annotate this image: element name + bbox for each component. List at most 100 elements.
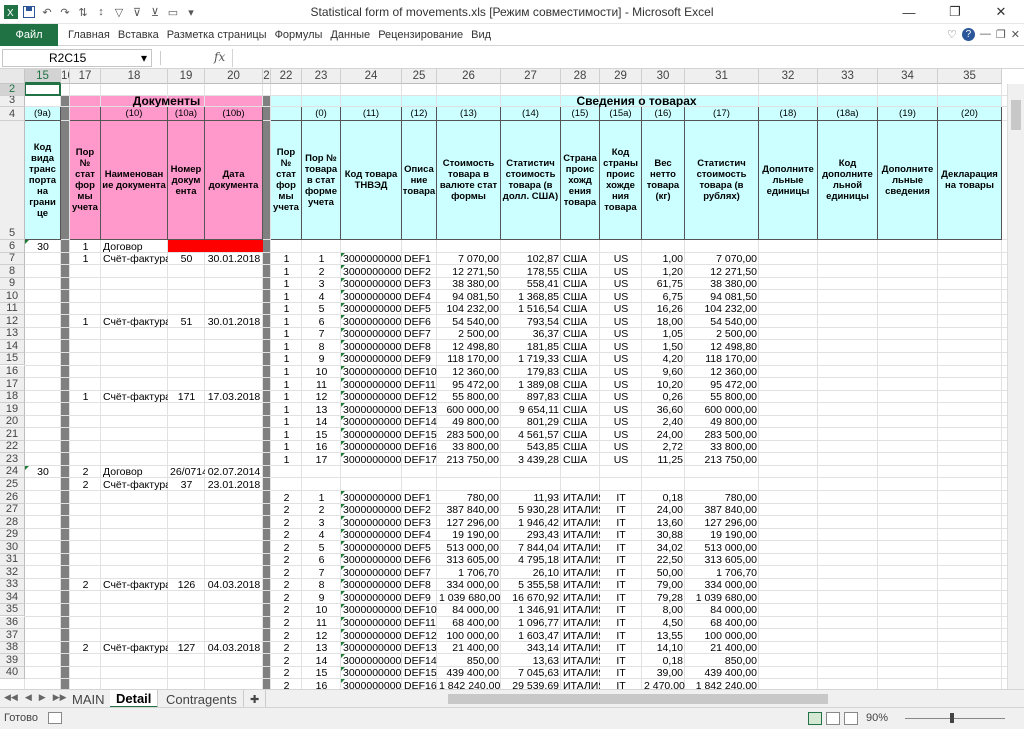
tnved-code-cell[interactable]: 3000000000: [341, 353, 402, 365]
tnved-code-cell[interactable]: 3000000000: [341, 429, 402, 441]
column-header[interactable]: 28: [561, 69, 600, 84]
goods-form-number-cell[interactable]: 2: [271, 655, 302, 667]
value-currency-cell[interactable]: 387 840,00: [437, 504, 501, 516]
origin-country-code-cell[interactable]: IT: [600, 579, 642, 591]
value-rub-cell[interactable]: 19 190,00: [685, 529, 759, 541]
value-currency-cell[interactable]: 313 605,00: [437, 554, 501, 566]
doc-number-cell[interactable]: 26/0714: [168, 466, 205, 478]
origin-country-cell[interactable]: США: [561, 429, 600, 441]
goods-form-number-cell[interactable]: 2: [271, 542, 302, 554]
origin-country-code-cell[interactable]: IT: [600, 667, 642, 679]
net-weight-cell[interactable]: 24,00: [642, 504, 685, 516]
goods-description-cell[interactable]: DEF15: [402, 667, 437, 679]
goods-position-cell[interactable]: 10: [302, 366, 341, 378]
origin-country-cell[interactable]: США: [561, 454, 600, 466]
tnved-code-cell[interactable]: 3000000000: [341, 554, 402, 566]
column-header[interactable]: 31: [685, 69, 759, 84]
value-usd-cell[interactable]: 558,41: [501, 278, 561, 290]
origin-country-cell[interactable]: США: [561, 253, 600, 265]
origin-country-code-cell[interactable]: IT: [600, 542, 642, 554]
goods-position-cell[interactable]: 16: [302, 680, 341, 689]
row-header[interactable]: 25: [0, 478, 25, 491]
doc-number-cell[interactable]: 50: [168, 253, 205, 265]
tnved-code-cell[interactable]: 3000000000: [341, 667, 402, 679]
tnved-code-cell[interactable]: 3000000000: [341, 366, 402, 378]
goods-description-cell[interactable]: DEF14: [402, 655, 437, 667]
value-usd-cell[interactable]: 343,14: [501, 642, 561, 654]
net-weight-cell[interactable]: 13,60: [642, 517, 685, 529]
value-usd-cell[interactable]: 801,29: [501, 416, 561, 428]
origin-country-code-cell[interactable]: US: [600, 316, 642, 328]
goods-description-cell[interactable]: DEF3: [402, 517, 437, 529]
value-rub-cell[interactable]: 1 039 680,00: [685, 592, 759, 604]
value-currency-cell[interactable]: 49 800,00: [437, 416, 501, 428]
tab-page-layout[interactable]: Разметка страницы: [163, 24, 271, 46]
help-icon[interactable]: ?: [961, 28, 975, 41]
doc-date-cell[interactable]: 02.07.2014: [205, 466, 263, 478]
row-header[interactable]: 31: [0, 553, 25, 567]
goods-description-cell[interactable]: DEF13: [402, 642, 437, 654]
goods-form-number-cell[interactable]: 1: [271, 379, 302, 391]
net-weight-cell[interactable]: 24,00: [642, 429, 685, 441]
row-header[interactable]: 34: [0, 591, 25, 604]
tnved-code-cell[interactable]: 3000000000: [341, 391, 402, 403]
goods-position-cell[interactable]: 7: [302, 328, 341, 340]
value-usd-cell[interactable]: 1 389,08: [501, 379, 561, 391]
first-sheet-icon[interactable]: ◀◀: [4, 692, 18, 703]
net-weight-cell[interactable]: 0,18: [642, 655, 685, 667]
value-usd-cell[interactable]: 16 670,92: [501, 592, 561, 604]
value-usd-cell[interactable]: 102,87: [501, 253, 561, 265]
value-rub-cell[interactable]: 38 380,00: [685, 278, 759, 290]
value-usd-cell[interactable]: 179,83: [501, 366, 561, 378]
tnved-code-cell[interactable]: 3000000000: [341, 492, 402, 504]
net-weight-cell[interactable]: 2,72: [642, 441, 685, 453]
value-usd-cell[interactable]: 7 045,63: [501, 667, 561, 679]
goods-position-cell[interactable]: 10: [302, 604, 341, 616]
goods-form-number-cell[interactable]: 2: [271, 567, 302, 579]
row-header[interactable]: 21: [0, 428, 25, 441]
value-currency-cell[interactable]: 54 540,00: [437, 316, 501, 328]
net-weight-cell[interactable]: 14,10: [642, 642, 685, 654]
net-weight-cell[interactable]: 13,55: [642, 630, 685, 642]
value-currency-cell[interactable]: 118 170,00: [437, 353, 501, 365]
horizontal-scroll-thumb[interactable]: [448, 694, 828, 704]
row-header[interactable]: 19: [0, 403, 25, 416]
origin-country-cell[interactable]: США: [561, 404, 600, 416]
origin-country-cell[interactable]: ИТАЛИЯ: [561, 542, 600, 554]
tnved-code-cell[interactable]: 3000000000: [341, 604, 402, 616]
value-rub-cell[interactable]: 334 000,00: [685, 579, 759, 591]
value-usd-cell[interactable]: 181,85: [501, 341, 561, 353]
origin-country-cell[interactable]: ИТАЛИЯ: [561, 579, 600, 591]
name-box[interactable]: R2C15 ▾: [2, 49, 152, 67]
goods-position-cell[interactable]: 6: [302, 554, 341, 566]
origin-country-cell[interactable]: ИТАЛИЯ: [561, 504, 600, 516]
net-weight-cell[interactable]: 9,60: [642, 366, 685, 378]
sort-desc-icon[interactable]: ↕: [94, 5, 108, 19]
row-header[interactable]: 16: [0, 365, 25, 379]
value-rub-cell[interactable]: 104 232,00: [685, 303, 759, 315]
value-currency-cell[interactable]: 334 000,00: [437, 579, 501, 591]
column-header[interactable]: 23: [302, 69, 341, 84]
column-header[interactable]: 15: [25, 69, 61, 84]
doc-date-cell[interactable]: 30.01.2018: [205, 253, 263, 265]
origin-country-code-cell[interactable]: IT: [600, 604, 642, 616]
origin-country-code-cell[interactable]: IT: [600, 529, 642, 541]
value-rub-cell[interactable]: 55 800,00: [685, 391, 759, 403]
value-currency-cell[interactable]: 213 750,00: [437, 454, 501, 466]
goods-form-number-cell[interactable]: 2: [271, 517, 302, 529]
column-header[interactable]: 26: [437, 69, 501, 84]
value-usd-cell[interactable]: 11,93: [501, 492, 561, 504]
origin-country-cell[interactable]: ИТАЛИЯ: [561, 680, 600, 689]
origin-country-code-cell[interactable]: IT: [600, 680, 642, 689]
goods-position-cell[interactable]: 5: [302, 542, 341, 554]
goods-form-number-cell[interactable]: 2: [271, 642, 302, 654]
origin-country-cell[interactable]: США: [561, 416, 600, 428]
row-header[interactable]: 40: [0, 666, 25, 680]
goods-description-cell[interactable]: DEF1: [402, 492, 437, 504]
goods-position-cell[interactable]: 9: [302, 353, 341, 365]
value-currency-cell[interactable]: 7 070,00: [437, 253, 501, 265]
origin-country-code-cell[interactable]: IT: [600, 517, 642, 529]
tnved-code-cell[interactable]: 3000000000: [341, 303, 402, 315]
worksheet-grid[interactable]: Документы Сведения о товарах (9а) Код вида …: [0, 69, 1024, 689]
value-currency-cell[interactable]: 513 000,00: [437, 542, 501, 554]
